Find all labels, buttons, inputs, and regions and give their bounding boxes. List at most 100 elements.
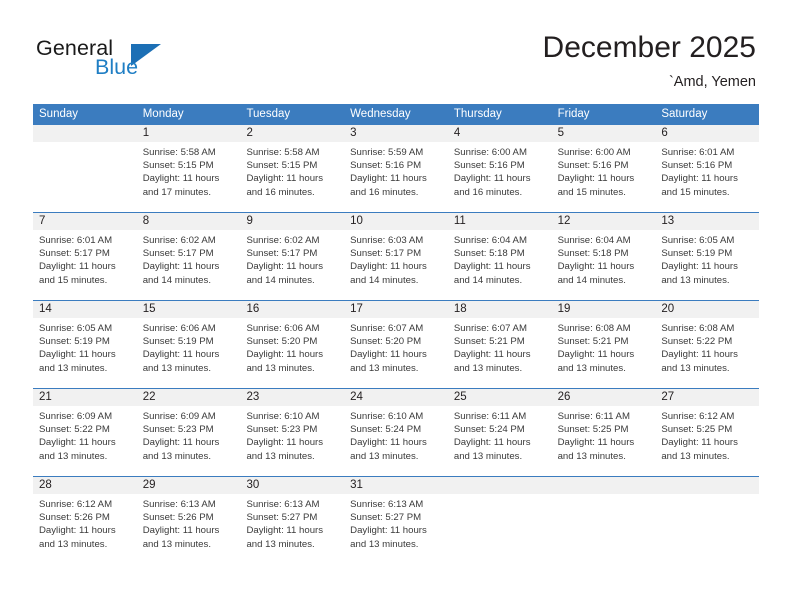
day-cell[interactable]: 25 Sunrise: 6:11 AM Sunset: 5:24 PM Dayligh…	[447, 389, 552, 476]
day-number: 19	[551, 301, 656, 318]
day-cell[interactable]: 7 Sunrise: 6:01 AM Sunset: 5:17 PM Daylight…	[33, 213, 137, 300]
page-subtitle-location: `Amd, Yemen	[668, 74, 756, 90]
day-sun-info: Sunrise: 6:07 AM Sunset: 5:20 PM Daylight:…	[344, 318, 448, 375]
day-cell[interactable]: 16 Sunrise: 6:06 AM Sunset: 5:20 PM Dayligh…	[240, 301, 345, 388]
day-daylight2-text: and 13 minutes.	[142, 362, 211, 374]
day-sunrise-text: Sunrise: 6:12 AM	[661, 411, 735, 422]
day-cell[interactable]: 23 Sunrise: 6:10 AM Sunset: 5:23 PM Dayligh…	[240, 389, 345, 476]
day-cell[interactable]: 19 Sunrise: 6:08 AM Sunset: 5:21 PM Dayligh…	[551, 301, 656, 388]
day-daylight2-text: and 13 minutes.	[557, 362, 626, 374]
day-number: 15	[136, 301, 241, 318]
day-sun-info: Sunrise: 6:04 AM Sunset: 5:18 PM Daylight:…	[448, 230, 552, 287]
day-number: 17	[344, 301, 448, 318]
day-sun-info: Sunrise: 6:10 AM Sunset: 5:24 PM Daylight:…	[344, 406, 448, 463]
day-sunrise-text: Sunrise: 6:10 AM	[246, 411, 320, 422]
day-cell-empty	[551, 477, 656, 557]
day-cell[interactable]: 1 Sunrise: 5:58 AM Sunset: 5:15 PM Daylight…	[136, 125, 241, 212]
day-sun-info: Sunrise: 6:00 AM Sunset: 5:16 PM Daylight:…	[552, 142, 656, 199]
calendar-week-row: 1 Sunrise: 5:58 AM Sunset: 5:15 PM Daylight…	[33, 125, 760, 212]
day-cell[interactable]: 29 Sunrise: 6:13 AM Sunset: 5:26 PM Dayligh…	[136, 477, 241, 557]
day-daylight2-text: and 13 minutes.	[39, 450, 108, 462]
day-cell[interactable]: 18 Sunrise: 6:07 AM Sunset: 5:21 PM Dayligh…	[447, 301, 552, 388]
day-number: 1	[136, 125, 241, 142]
day-daylight2-text: and 13 minutes.	[661, 450, 730, 462]
day-sun-info: Sunrise: 6:09 AM Sunset: 5:22 PM Daylight:…	[33, 406, 137, 463]
day-cell[interactable]: 17 Sunrise: 6:07 AM Sunset: 5:20 PM Dayligh…	[344, 301, 448, 388]
day-daylight2-text: and 13 minutes.	[246, 538, 315, 550]
day-sunrise-text: Sunrise: 6:08 AM	[661, 323, 735, 334]
day-daylight1-text: Daylight: 11 hours	[350, 173, 427, 185]
day-cell[interactable]: 8 Sunrise: 6:02 AM Sunset: 5:17 PM Daylight…	[136, 213, 241, 300]
page-header: General Blue December 2025 `Amd, Yemen	[0, 0, 792, 100]
day-cell[interactable]: 14 Sunrise: 6:05 AM Sunset: 5:19 PM Dayligh…	[33, 301, 137, 388]
day-daylight1-text: Daylight: 11 hours	[39, 437, 116, 449]
day-sunset-text: Sunset: 5:25 PM	[661, 424, 733, 436]
day-cell[interactable]: 15 Sunrise: 6:06 AM Sunset: 5:19 PM Dayligh…	[136, 301, 241, 388]
day-sun-info: Sunrise: 6:01 AM Sunset: 5:16 PM Daylight:…	[655, 142, 759, 199]
day-sunrise-text: Sunrise: 6:00 AM	[557, 147, 631, 158]
day-daylight2-text: and 17 minutes.	[142, 186, 211, 198]
day-number: 29	[136, 477, 241, 494]
weekday-header-friday: Friday	[557, 108, 590, 120]
day-cell[interactable]: 21 Sunrise: 6:09 AM Sunset: 5:22 PM Dayligh…	[33, 389, 137, 476]
day-sun-info: Sunrise: 6:07 AM Sunset: 5:21 PM Daylight:…	[448, 318, 552, 375]
day-cell-empty	[33, 125, 137, 212]
day-number	[655, 477, 760, 494]
day-cell[interactable]: 20 Sunrise: 6:08 AM Sunset: 5:22 PM Dayligh…	[655, 301, 760, 388]
day-cell[interactable]: 24 Sunrise: 6:10 AM Sunset: 5:24 PM Dayligh…	[344, 389, 448, 476]
day-cell[interactable]: 4 Sunrise: 6:00 AM Sunset: 5:16 PM Daylight…	[447, 125, 552, 212]
day-cell[interactable]: 3 Sunrise: 5:59 AM Sunset: 5:16 PM Daylight…	[344, 125, 448, 212]
day-number: 22	[136, 389, 241, 406]
day-cell[interactable]: 30 Sunrise: 6:13 AM Sunset: 5:27 PM Dayligh…	[240, 477, 345, 557]
day-cell[interactable]: 27 Sunrise: 6:12 AM Sunset: 5:25 PM Dayligh…	[655, 389, 760, 476]
day-sunrise-text: Sunrise: 6:05 AM	[39, 323, 113, 334]
day-cell[interactable]: 11 Sunrise: 6:04 AM Sunset: 5:18 PM Dayligh…	[447, 213, 552, 300]
day-sunrise-text: Sunrise: 6:10 AM	[350, 411, 424, 422]
day-sunset-text: Sunset: 5:16 PM	[453, 160, 525, 172]
page-title: December 2025	[542, 31, 756, 64]
general-blue-logo[interactable]: General Blue	[36, 36, 216, 84]
weekday-header-wednesday: Wednesday	[350, 108, 411, 120]
day-daylight1-text: Daylight: 11 hours	[453, 261, 531, 273]
day-cell[interactable]: 5 Sunrise: 6:00 AM Sunset: 5:16 PM Daylight…	[551, 125, 656, 212]
day-number: 21	[33, 389, 137, 406]
day-number: 8	[136, 213, 241, 230]
day-sunrise-text: Sunrise: 6:11 AM	[453, 411, 527, 422]
calendar-week-row: 14 Sunrise: 6:05 AM Sunset: 5:19 PM Dayligh…	[33, 300, 760, 388]
day-daylight2-text: and 13 minutes.	[350, 362, 419, 374]
day-daylight1-text: Daylight: 11 hours	[142, 173, 220, 185]
calendar-week-row: 7 Sunrise: 6:01 AM Sunset: 5:17 PM Daylight…	[33, 212, 760, 300]
day-cell[interactable]: 12 Sunrise: 6:04 AM Sunset: 5:18 PM Dayligh…	[551, 213, 656, 300]
day-daylight1-text: Daylight: 11 hours	[557, 261, 635, 273]
day-daylight2-text: and 13 minutes.	[661, 274, 730, 286]
day-number: 6	[655, 125, 760, 142]
day-daylight1-text: Daylight: 11 hours	[557, 349, 635, 361]
day-number: 7	[33, 213, 137, 230]
day-sunset-text: Sunset: 5:15 PM	[142, 160, 214, 172]
day-sunset-text: Sunset: 5:19 PM	[142, 336, 214, 348]
day-daylight1-text: Daylight: 11 hours	[557, 173, 635, 185]
day-sunrise-text: Sunrise: 6:00 AM	[453, 147, 527, 158]
day-sunrise-text: Sunrise: 6:05 AM	[661, 235, 735, 246]
day-cell[interactable]: 26 Sunrise: 6:11 AM Sunset: 5:25 PM Dayligh…	[551, 389, 656, 476]
day-daylight2-text: and 13 minutes.	[453, 450, 523, 462]
day-daylight2-text: and 13 minutes.	[142, 450, 211, 462]
day-sunset-text: Sunset: 5:18 PM	[557, 248, 629, 260]
weekday-header-sunday: Sunday	[39, 108, 79, 120]
day-sunrise-text: Sunrise: 6:06 AM	[246, 323, 320, 334]
day-cell[interactable]: 10 Sunrise: 6:03 AM Sunset: 5:17 PM Dayligh…	[344, 213, 448, 300]
day-daylight1-text: Daylight: 11 hours	[39, 525, 116, 537]
day-sunrise-text: Sunrise: 6:06 AM	[142, 323, 216, 334]
day-cell[interactable]: 2 Sunrise: 5:58 AM Sunset: 5:15 PM Daylight…	[240, 125, 345, 212]
day-cell[interactable]: 13 Sunrise: 6:05 AM Sunset: 5:19 PM Dayligh…	[655, 213, 760, 300]
day-daylight2-text: and 16 minutes.	[453, 186, 523, 198]
day-cell[interactable]: 22 Sunrise: 6:09 AM Sunset: 5:23 PM Dayligh…	[136, 389, 241, 476]
day-sunrise-text: Sunrise: 6:13 AM	[246, 499, 320, 510]
day-number: 2	[240, 125, 345, 142]
day-sunrise-text: Sunrise: 6:04 AM	[557, 235, 631, 246]
day-cell[interactable]: 28 Sunrise: 6:12 AM Sunset: 5:26 PM Dayligh…	[33, 477, 137, 557]
day-sunset-text: Sunset: 5:16 PM	[661, 160, 733, 172]
day-cell[interactable]: 6 Sunrise: 6:01 AM Sunset: 5:16 PM Daylight…	[655, 125, 760, 212]
day-cell[interactable]: 9 Sunrise: 6:02 AM Sunset: 5:17 PM Daylight…	[240, 213, 345, 300]
day-cell[interactable]: 31 Sunrise: 6:13 AM Sunset: 5:27 PM Dayligh…	[344, 477, 448, 557]
